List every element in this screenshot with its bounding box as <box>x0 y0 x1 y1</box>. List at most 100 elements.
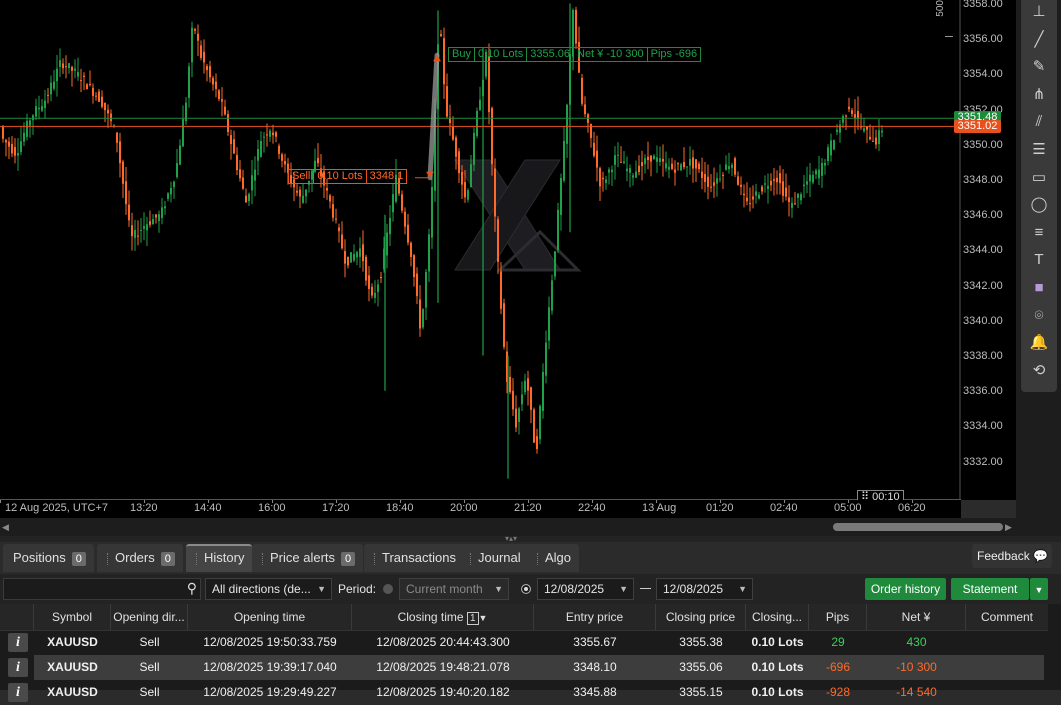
text-icon[interactable]: T <box>1029 250 1049 270</box>
pitchfork-icon[interactable]: ⋔ <box>1029 85 1049 105</box>
candle-body <box>146 224 148 231</box>
search-icon[interactable]: ⚲ <box>187 580 197 597</box>
feedback-button[interactable]: Feedback 💬 <box>972 544 1052 568</box>
candle-body <box>566 104 568 144</box>
candle-body <box>713 182 715 186</box>
price-tick-label: 3354.00 <box>963 68 1003 81</box>
header-closing-time[interactable]: Closing time 1 ▼ <box>352 604 534 630</box>
cell-net: -10 300 <box>896 660 937 674</box>
date-from-select[interactable]: 12/08/2025 ▼ <box>537 578 634 600</box>
candle-body <box>77 71 79 77</box>
price-chart[interactable]: Buy 0.10 Lots 3355.06 Net ¥ -10 300 Pips -69… <box>0 0 961 500</box>
header-opening-direction[interactable]: Opening dir... <box>111 604 188 630</box>
cell-closing-time: 12/08/2025 20:44:43.300 <box>376 635 510 649</box>
header-entry-price[interactable]: Entry price <box>534 604 656 630</box>
candle-body <box>758 194 760 199</box>
cursor-icon[interactable]: ⊥ <box>1029 2 1049 22</box>
price-tick-label: 3336.00 <box>963 385 1003 398</box>
candle-body <box>17 152 19 156</box>
date-to-select[interactable]: 12/08/2025 ▼ <box>656 578 753 600</box>
line-icon[interactable]: ╱ <box>1029 30 1049 50</box>
candle-body <box>791 202 793 208</box>
camera-icon[interactable]: ⌾ <box>1029 306 1049 326</box>
rectangle-icon[interactable]: ▭ <box>1029 168 1049 188</box>
header-opening-time[interactable]: Opening time <box>188 604 352 630</box>
candle-body <box>149 221 151 225</box>
candle-body <box>218 90 220 100</box>
period-select[interactable]: Current month ▼ <box>399 578 509 600</box>
candle-body <box>716 178 718 184</box>
price-axis[interactable]: 3358.00 3356.00 3354.00 3352.00 3350.00 3348.… <box>935 0 1016 500</box>
scroll-left-icon[interactable]: ◀ <box>2 522 9 533</box>
time-tick-label: 13:20 <box>130 502 158 514</box>
direction-select[interactable]: All directions (de... ▼ <box>205 578 332 600</box>
candle-body <box>848 106 850 110</box>
order-history-button[interactable]: Order history <box>865 578 946 600</box>
scrollbar-thumb[interactable] <box>833 523 1003 531</box>
zoom-marker <box>945 36 953 37</box>
info-icon[interactable]: i <box>8 658 28 677</box>
date-range-radio[interactable] <box>521 584 531 594</box>
candle-body <box>542 372 544 411</box>
info-icon[interactable]: i <box>8 683 28 702</box>
pen-icon[interactable]: ✎ <box>1029 57 1049 77</box>
tab-transactions[interactable]: Transactions <box>364 544 464 572</box>
candle-body <box>344 251 346 264</box>
tab-orders[interactable]: Orders 0 <box>97 544 183 572</box>
table-row[interactable]: i XAUUSD Sell 12/08/2025 19:50:33.759 12/08/… <box>0 630 1048 655</box>
candle-body <box>623 161 625 163</box>
candle-body <box>89 83 91 85</box>
ellipse-icon[interactable]: ◯ <box>1029 195 1049 215</box>
fibonacci-icon[interactable]: ☰ <box>1029 140 1049 160</box>
tab-journal[interactable]: Journal <box>460 544 529 572</box>
candle-body <box>239 169 241 179</box>
candle-body <box>770 180 772 186</box>
bell-icon[interactable]: 🔔 <box>1029 333 1049 353</box>
parallel-lines-icon[interactable]: ⫽ <box>1029 112 1049 132</box>
tab-grip-icon <box>262 552 266 565</box>
scroll-right-icon[interactable]: ▶ <box>1005 522 1012 533</box>
cell-closing-time: 12/08/2025 19:48:21.078 <box>376 660 510 674</box>
time-tick-label: 01:20 <box>706 502 734 514</box>
header-comment[interactable]: Comment <box>966 604 1048 630</box>
candle-body <box>407 224 409 243</box>
header-closing-price[interactable]: Closing price <box>656 604 746 630</box>
candle-body <box>335 218 337 220</box>
header-pips[interactable]: Pips <box>809 604 867 630</box>
tab-positions[interactable]: Positions 0 <box>3 544 94 572</box>
tab-orders-badge: 0 <box>160 552 175 566</box>
candle-body <box>110 113 112 122</box>
buy-label-price: 3355.06 <box>526 47 574 62</box>
period-radio[interactable] <box>383 584 393 594</box>
header-symbol[interactable]: Symbol <box>34 604 111 630</box>
color-swatch-icon[interactable]: ■ <box>1029 278 1049 298</box>
candle-body <box>878 130 880 145</box>
candle-body <box>686 166 688 168</box>
candle-body <box>824 162 826 166</box>
candle-body <box>326 188 328 191</box>
candle-body <box>380 277 382 279</box>
info-icon[interactable]: i <box>8 633 28 652</box>
tab-history[interactable]: History <box>186 544 253 572</box>
candlestick-chart[interactable] <box>0 0 961 500</box>
statement-dropdown-button[interactable]: ▼ <box>1030 578 1048 600</box>
candle-body <box>233 139 235 154</box>
candle-body <box>593 142 595 156</box>
statement-button[interactable]: Statement <box>951 578 1029 600</box>
table-header: Symbol Opening dir... Opening time Closi… <box>0 604 1048 631</box>
table-row[interactable]: i XAUUSD Sell 12/08/2025 19:39:17.040 12/08/… <box>8 655 1044 680</box>
header-net[interactable]: Net ¥ <box>867 604 966 630</box>
candle-body <box>176 163 178 178</box>
candle-body <box>671 163 673 169</box>
trade-open-marker <box>426 171 434 178</box>
candle-body <box>230 135 232 145</box>
tab-algo[interactable]: Algo <box>527 544 580 572</box>
table-row[interactable]: i XAUUSD Sell 12/08/2025 19:29:49.227 12/08/… <box>0 680 1048 705</box>
tab-price-alerts[interactable]: Price alerts 0 <box>252 544 364 572</box>
replay-icon[interactable]: ⟲ <box>1029 361 1049 381</box>
search-input[interactable]: ⚲ <box>3 578 201 600</box>
text-lines-icon[interactable]: ≡ <box>1029 223 1049 243</box>
time-axis[interactable]: 12 Aug 2025, UTC+7 13:20 14:40 16:00 17:20 18… <box>0 500 961 518</box>
header-closing-quantity[interactable]: Closing... <box>746 604 809 630</box>
candle-body <box>116 132 118 143</box>
